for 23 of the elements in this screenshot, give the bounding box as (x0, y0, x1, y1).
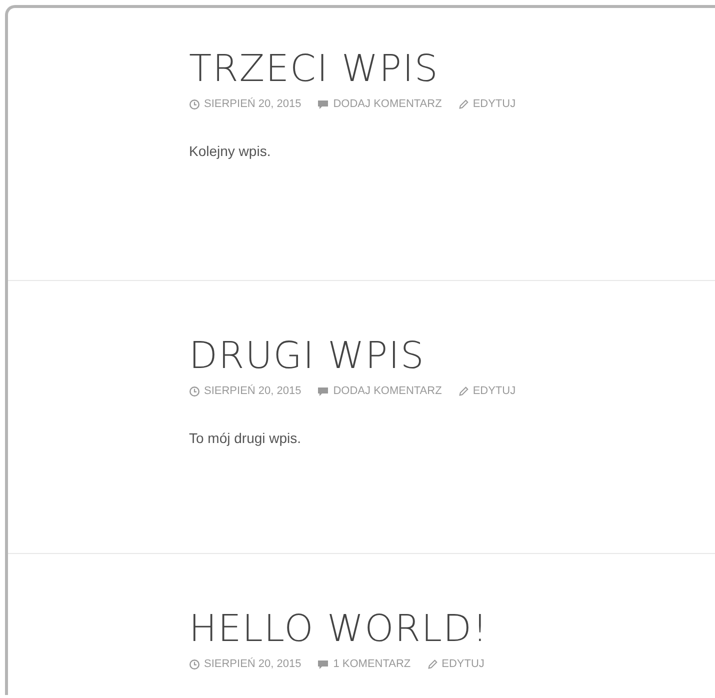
pencil-icon (426, 658, 438, 670)
edit-link[interactable]: EDYTUJ (472, 98, 516, 110)
post-title[interactable]: TRZECI WPIS (189, 46, 715, 92)
comments-link[interactable]: DODAJ KOMENTARZ (333, 385, 442, 397)
clock-icon (189, 658, 200, 670)
post-title[interactable]: HELLO WORLD! (189, 606, 715, 652)
speech-bubble-icon (317, 98, 330, 110)
edit-link[interactable]: EDYTUJ (442, 658, 484, 670)
post-date-link[interactable]: SIERPIEŃ 20, 2015 (204, 98, 302, 110)
pencil-icon (458, 386, 469, 396)
post-excerpt: To mój drugi wpis. (189, 430, 302, 446)
speech-bubble-icon (317, 386, 330, 396)
pencil-icon (458, 98, 469, 110)
comments-link[interactable]: 1 KOMENTARZ (333, 658, 411, 670)
speech-bubble-icon (317, 658, 330, 670)
post-title[interactable]: DRUGI WPIS (189, 333, 715, 379)
clock-icon (189, 98, 200, 110)
post-date-link[interactable]: SIERPIEŃ 20, 2015 (204, 385, 302, 397)
post-date-link[interactable]: SIERPIEŃ 20, 2015 (204, 658, 302, 670)
post-excerpt: Kolejny wpis. (189, 143, 272, 159)
edit-link[interactable]: EDYTUJ (472, 385, 516, 397)
comments-link[interactable]: DODAJ KOMENTARZ (333, 98, 442, 110)
clock-icon (189, 386, 200, 396)
